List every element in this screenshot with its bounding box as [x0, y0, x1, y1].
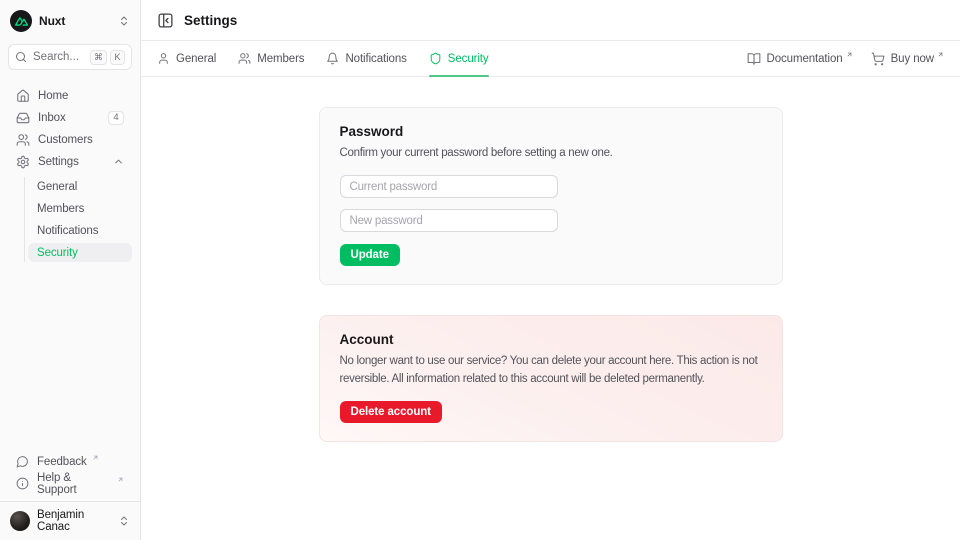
help-support-link[interactable]: Help & Support [8, 474, 132, 493]
sidebar-item-label: Members [37, 203, 84, 215]
new-password-field[interactable] [340, 209, 558, 232]
search-icon [15, 51, 27, 63]
password-form: Update [340, 175, 762, 266]
kbd-meta: ⌘ [90, 50, 107, 65]
inbox-count-badge: 4 [108, 111, 124, 125]
sidebar-item-label: Settings [38, 156, 79, 168]
book-open-icon [747, 52, 761, 66]
card-description-line1: No longer want to use our service? You c… [340, 352, 762, 370]
sidebar-item-notifications[interactable]: Notifications [28, 221, 132, 240]
message-circle-icon [16, 455, 29, 468]
card-title: Password [340, 124, 762, 139]
search-input[interactable]: Search... ⌘ K [8, 44, 132, 70]
chevron-up-icon [113, 156, 124, 167]
external-arrow-icon [846, 51, 853, 58]
tab-label: General [176, 53, 216, 65]
header-links: Documentation Buy now [747, 52, 944, 66]
top-link-label: Documentation [767, 53, 843, 65]
sidebar: Nuxt Search... ⌘ K Home [0, 0, 141, 540]
sidebar-toggle-icon[interactable] [157, 12, 174, 29]
tab-security[interactable]: Security [429, 41, 489, 76]
external-arrow-icon [937, 51, 944, 58]
sidebar-item-label: Notifications [37, 225, 98, 237]
sidebar-footer: Feedback Help & Support [8, 452, 132, 501]
avatar [10, 511, 30, 531]
tab-bar: General Members Notifications [141, 41, 960, 77]
password-card: Password Confirm your current password b… [319, 107, 783, 285]
sidebar-item-general[interactable]: General [28, 177, 132, 196]
gear-icon [16, 155, 30, 169]
footer-link-label: Help & Support [37, 472, 112, 496]
sidebar-item-settings[interactable]: Settings [8, 152, 132, 171]
info-icon [16, 477, 29, 490]
users-icon [16, 133, 30, 147]
tab-label: Notifications [345, 53, 406, 65]
page-header: Settings [141, 0, 960, 41]
chevrons-up-down-icon [118, 15, 130, 27]
sidebar-item-label: Inbox [38, 112, 66, 124]
user-icon [157, 52, 170, 65]
tab-general[interactable]: General [157, 41, 216, 76]
bell-icon [326, 52, 339, 65]
kbd-k: K [110, 50, 125, 65]
card-title: Account [340, 332, 762, 347]
sidebar-item-label: Home [38, 90, 68, 102]
tabs: General Members Notifications [157, 41, 489, 76]
card-description-line2: reversible. All information related to t… [340, 370, 762, 388]
shopping-cart-icon [871, 52, 885, 66]
page-title: Settings [184, 13, 237, 28]
users-icon [238, 52, 251, 65]
main-panel: Settings General Members [141, 0, 960, 540]
sidebar-item-members[interactable]: Members [28, 199, 132, 218]
buy-now-link[interactable]: Buy now [871, 52, 944, 66]
card-description: Confirm your current password before set… [340, 144, 762, 162]
app-window: Nuxt Search... ⌘ K Home [0, 0, 960, 540]
sidebar-item-customers[interactable]: Customers [8, 130, 132, 149]
chevrons-up-down-icon [118, 515, 130, 527]
tab-members[interactable]: Members [238, 41, 304, 76]
tab-notifications[interactable]: Notifications [326, 41, 406, 76]
inbox-icon [16, 111, 30, 125]
update-button[interactable]: Update [340, 244, 400, 266]
shield-icon [429, 52, 442, 65]
sidebar-item-label: Customers [38, 134, 93, 146]
tab-label: Members [257, 53, 304, 65]
settings-subnav: General Members Notifications Security [24, 177, 132, 262]
account-card: Account No longer want to use our servic… [319, 315, 783, 442]
sidebar-item-security[interactable]: Security [28, 243, 132, 262]
sidebar-spacer [8, 262, 132, 452]
sidebar-item-label: Security [37, 247, 78, 259]
search-placeholder: Search... [33, 51, 79, 63]
feedback-link[interactable]: Feedback [8, 452, 132, 471]
current-password-field[interactable] [340, 175, 558, 198]
settings-security-content: Password Confirm your current password b… [141, 77, 960, 540]
sidebar-item-label: General [37, 181, 77, 193]
user-name: Benjamin Canac [37, 509, 111, 533]
external-arrow-icon [117, 476, 124, 483]
top-link-label: Buy now [891, 53, 934, 65]
sidebar-item-inbox[interactable]: Inbox 4 [8, 108, 132, 127]
tab-label: Security [448, 53, 489, 65]
footer-link-label: Feedback [37, 456, 87, 468]
home-icon [16, 89, 30, 103]
sidebar-nav: Home Inbox 4 Customers Settings [8, 86, 132, 262]
external-arrow-icon [92, 454, 99, 461]
sidebar-item-home[interactable]: Home [8, 86, 132, 105]
user-menu[interactable]: Benjamin Canac [0, 501, 140, 540]
workspace-name: Nuxt [39, 14, 111, 28]
nuxt-logo-icon [10, 10, 32, 32]
workspace-switcher[interactable]: Nuxt [8, 8, 132, 34]
delete-account-button[interactable]: Delete account [340, 401, 442, 423]
documentation-link[interactable]: Documentation [747, 52, 853, 66]
search-shortcut: ⌘ K [90, 50, 125, 65]
